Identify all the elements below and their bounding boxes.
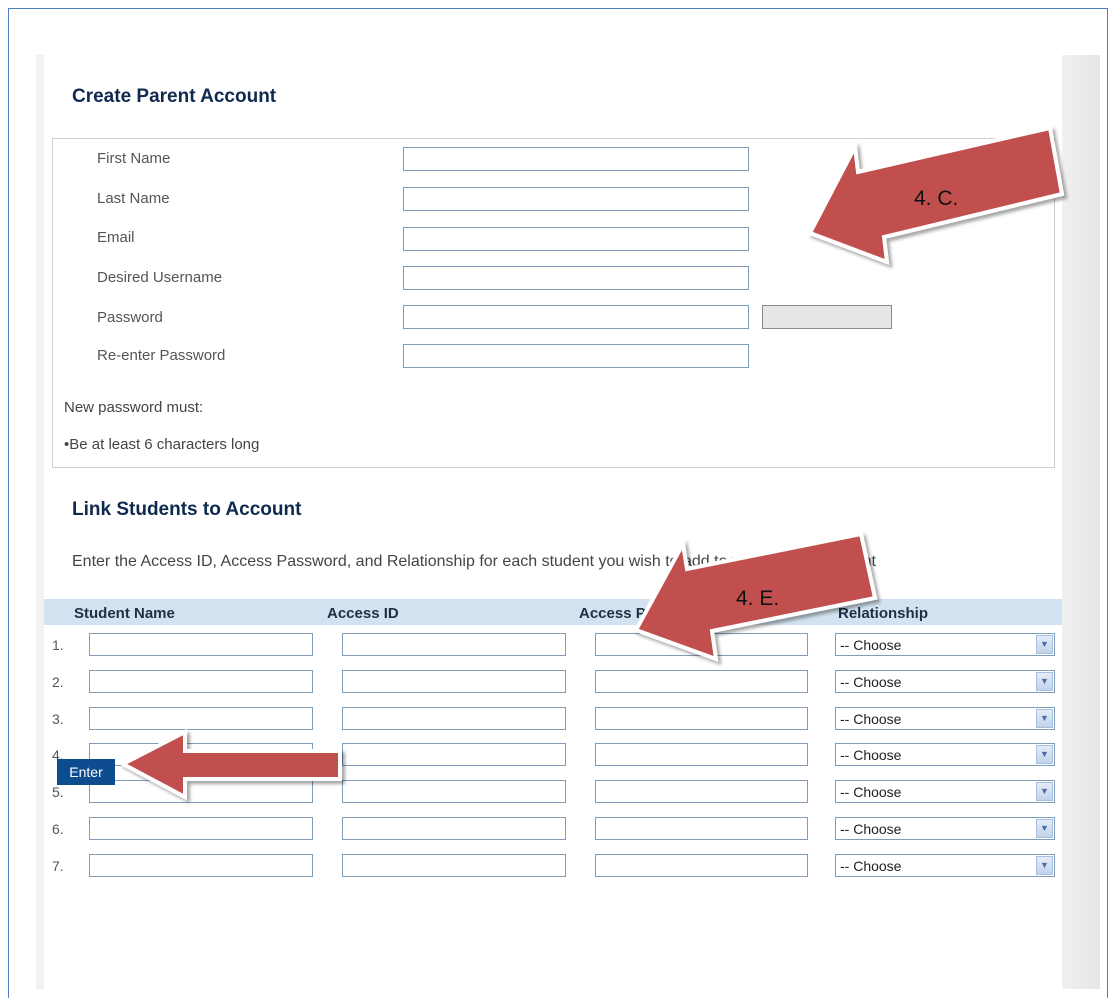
row-number: 5. — [52, 784, 64, 800]
username-label: Desired Username — [97, 269, 223, 286]
chevron-down-icon[interactable]: ▼ — [1036, 819, 1053, 838]
last-name-label: Last Name — [97, 190, 170, 207]
username-field[interactable] — [403, 266, 749, 290]
student-name-input[interactable] — [89, 743, 313, 766]
chevron-down-icon[interactable]: ▼ — [1036, 635, 1053, 654]
relationship-select-value: -- Choose — [840, 674, 902, 690]
row-number: 6. — [52, 821, 64, 837]
student-name-input[interactable] — [89, 854, 313, 877]
access-id-input[interactable] — [342, 633, 566, 656]
access-password-input[interactable] — [595, 670, 808, 693]
col-student-name: Student Name — [74, 605, 175, 622]
student-name-input[interactable] — [89, 707, 313, 730]
chevron-down-icon[interactable]: ▼ — [1036, 745, 1053, 764]
student-name-input[interactable] — [89, 633, 313, 656]
access-password-input[interactable] — [595, 707, 808, 730]
relationship-select[interactable]: -- Choose ▼ — [835, 707, 1055, 730]
relationship-select[interactable]: -- Choose ▼ — [835, 780, 1055, 803]
col-access-password: Access Password — [579, 605, 707, 622]
relationship-select-value: -- Choose — [840, 711, 902, 727]
password-field[interactable] — [403, 305, 749, 329]
row-number: 2. — [52, 674, 64, 690]
relationship-select[interactable]: -- Choose ▼ — [835, 670, 1055, 693]
relationship-select[interactable]: -- Choose ▼ — [835, 854, 1055, 877]
reenter-password-field[interactable] — [403, 344, 749, 368]
row-number: 7. — [52, 858, 64, 874]
row-number: 1. — [52, 637, 64, 653]
chevron-down-icon[interactable]: ▼ — [1036, 672, 1053, 691]
relationship-select-value: -- Choose — [840, 858, 902, 874]
student-name-input[interactable] — [89, 780, 313, 803]
access-id-input[interactable] — [342, 817, 566, 840]
chevron-down-icon[interactable]: ▼ — [1036, 782, 1053, 801]
link-section-title: Link Students to Account — [72, 499, 302, 520]
access-id-input[interactable] — [342, 780, 566, 803]
arrow-4c-label: 4. C. — [914, 187, 959, 210]
password-rules-title: New password must: — [64, 399, 204, 416]
student-name-input[interactable] — [89, 670, 313, 693]
right-gutter — [1062, 55, 1100, 989]
relationship-select-value: -- Choose — [840, 747, 902, 763]
access-password-input[interactable] — [595, 633, 808, 656]
col-relationship: Relationship — [838, 605, 929, 622]
relationship-select[interactable]: -- Choose ▼ — [835, 633, 1055, 656]
enter-button[interactable]: Enter — [57, 759, 115, 785]
reenter-password-label: Re-enter Password — [97, 347, 226, 364]
link-section-intro: Enter the Access ID, Access Password, an… — [72, 553, 876, 570]
relationship-select-value: -- Choose — [840, 637, 902, 653]
access-id-input[interactable] — [342, 670, 566, 693]
access-password-input[interactable] — [595, 780, 808, 803]
arrow-4e-label: 4. E. — [736, 587, 780, 610]
password-strength-indicator — [762, 305, 892, 329]
relationship-select[interactable]: -- Choose ▼ — [835, 743, 1055, 766]
access-id-input[interactable] — [342, 743, 566, 766]
access-id-input[interactable] — [342, 707, 566, 730]
left-gutter — [36, 55, 44, 989]
student-name-input[interactable] — [89, 817, 313, 840]
access-password-input[interactable] — [595, 854, 808, 877]
chevron-down-icon[interactable]: ▼ — [1036, 709, 1053, 728]
access-id-input[interactable] — [342, 854, 566, 877]
page-title: Create Parent Account — [72, 86, 277, 107]
email-label: Email — [97, 229, 135, 246]
row-number: 3. — [52, 711, 64, 727]
relationship-select[interactable]: -- Choose ▼ — [835, 817, 1055, 840]
password-rule-length: •Be at least 6 characters long — [64, 436, 260, 453]
first-name-field[interactable] — [403, 147, 749, 171]
first-name-label: First Name — [97, 150, 171, 167]
last-name-field[interactable] — [403, 187, 749, 211]
relationship-select-value: -- Choose — [840, 821, 902, 837]
col-access-id: Access ID — [327, 605, 399, 622]
access-password-input[interactable] — [595, 743, 808, 766]
relationship-select-value: -- Choose — [840, 784, 902, 800]
chevron-down-icon[interactable]: ▼ — [1036, 856, 1053, 875]
email-field[interactable] — [403, 227, 749, 251]
access-password-input[interactable] — [595, 817, 808, 840]
password-label: Password — [97, 309, 163, 326]
